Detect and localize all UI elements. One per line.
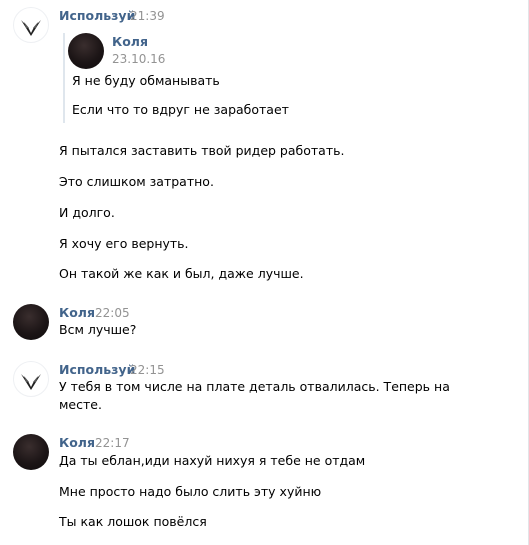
quote-bar [63, 33, 65, 123]
message-text: Мне просто надо было слить эту хуйню [59, 484, 322, 499]
quote-avatar[interactable] [68, 33, 104, 69]
message-author[interactable]: Используй [59, 362, 135, 377]
message-text: И долго. [59, 205, 115, 220]
message-author[interactable]: Коля [59, 435, 95, 450]
message-text: Это слишком затратно. [59, 174, 214, 189]
message-text: Он такой же как и был, даже лучше. [59, 266, 304, 281]
message-text: Я пытался заставить твой ридер работать. [59, 143, 345, 158]
message-text: У тебя в том числе на плате деталь отвал… [59, 379, 450, 394]
message-author[interactable]: Используй [59, 8, 135, 23]
message-text: месте. [59, 397, 102, 412]
message-text: Да ты еблан,иди нахуй нихуя я тебе не от… [59, 453, 366, 468]
message-text: Всм лучше? [59, 322, 137, 337]
avatar[interactable] [13, 304, 49, 340]
message-time: 22:17 [95, 436, 130, 450]
avatar[interactable] [13, 434, 49, 470]
quote-line: Если что то вдруг не заработает [72, 102, 289, 117]
message-time: 21:39 [130, 9, 165, 23]
quote-date: 23.10.16 [112, 52, 166, 66]
message-time: 22:05 [95, 306, 130, 320]
quote-author[interactable]: Коля [112, 34, 148, 49]
avatar[interactable] [13, 361, 49, 397]
message-time: 22:15 [130, 363, 165, 377]
message-text: Я хочу его вернуть. [59, 236, 189, 251]
owl-logo-icon [21, 374, 41, 390]
avatar[interactable] [13, 7, 49, 43]
owl-logo-icon [21, 20, 41, 36]
message-author[interactable]: Коля [59, 305, 95, 320]
message-text: Ты как лошок повёлся [59, 514, 207, 529]
quote-line: Я не буду обманывать [72, 73, 220, 88]
